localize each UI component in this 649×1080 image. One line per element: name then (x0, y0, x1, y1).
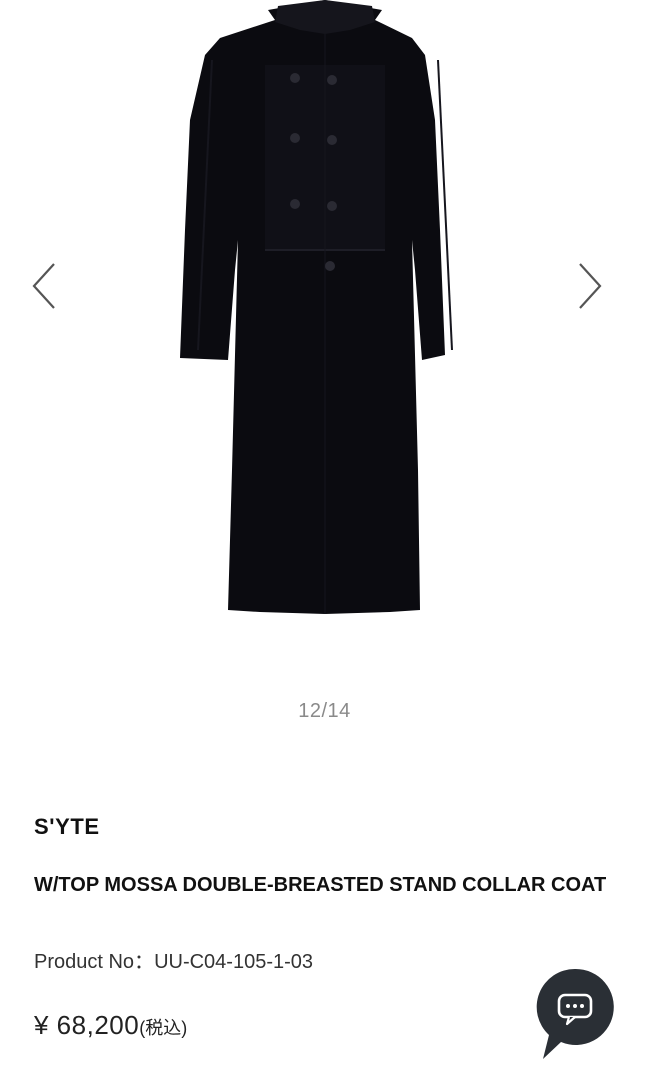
brand-name[interactable]: S'YTE (34, 814, 100, 840)
product-image-gallery[interactable]: 12/14 (0, 0, 649, 740)
product-price: ¥ 68,200(税込) (34, 1010, 187, 1041)
product-number-value: UU-C04-105-1-03 (154, 951, 314, 973)
product-number-label: Product No： (34, 951, 155, 973)
next-image-button[interactable] (568, 256, 612, 316)
product-image (180, 0, 453, 614)
previous-image-button[interactable] (22, 256, 66, 316)
image-counter: 12/14 (298, 700, 351, 722)
chat-button[interactable] (535, 967, 615, 1062)
chat-bubble-icon (536, 968, 614, 1059)
chevron-left-icon (32, 263, 55, 309)
chevron-right-icon (579, 263, 602, 309)
product-number: Product No：UU-C04-105-1-03 (34, 945, 313, 974)
tax-note: (税込) (139, 1018, 188, 1038)
product-title: W/TOP MOSSA DOUBLE-BREASTED STAND COLLAR… (34, 874, 607, 896)
price-value: ¥ 68,200 (34, 1010, 140, 1040)
